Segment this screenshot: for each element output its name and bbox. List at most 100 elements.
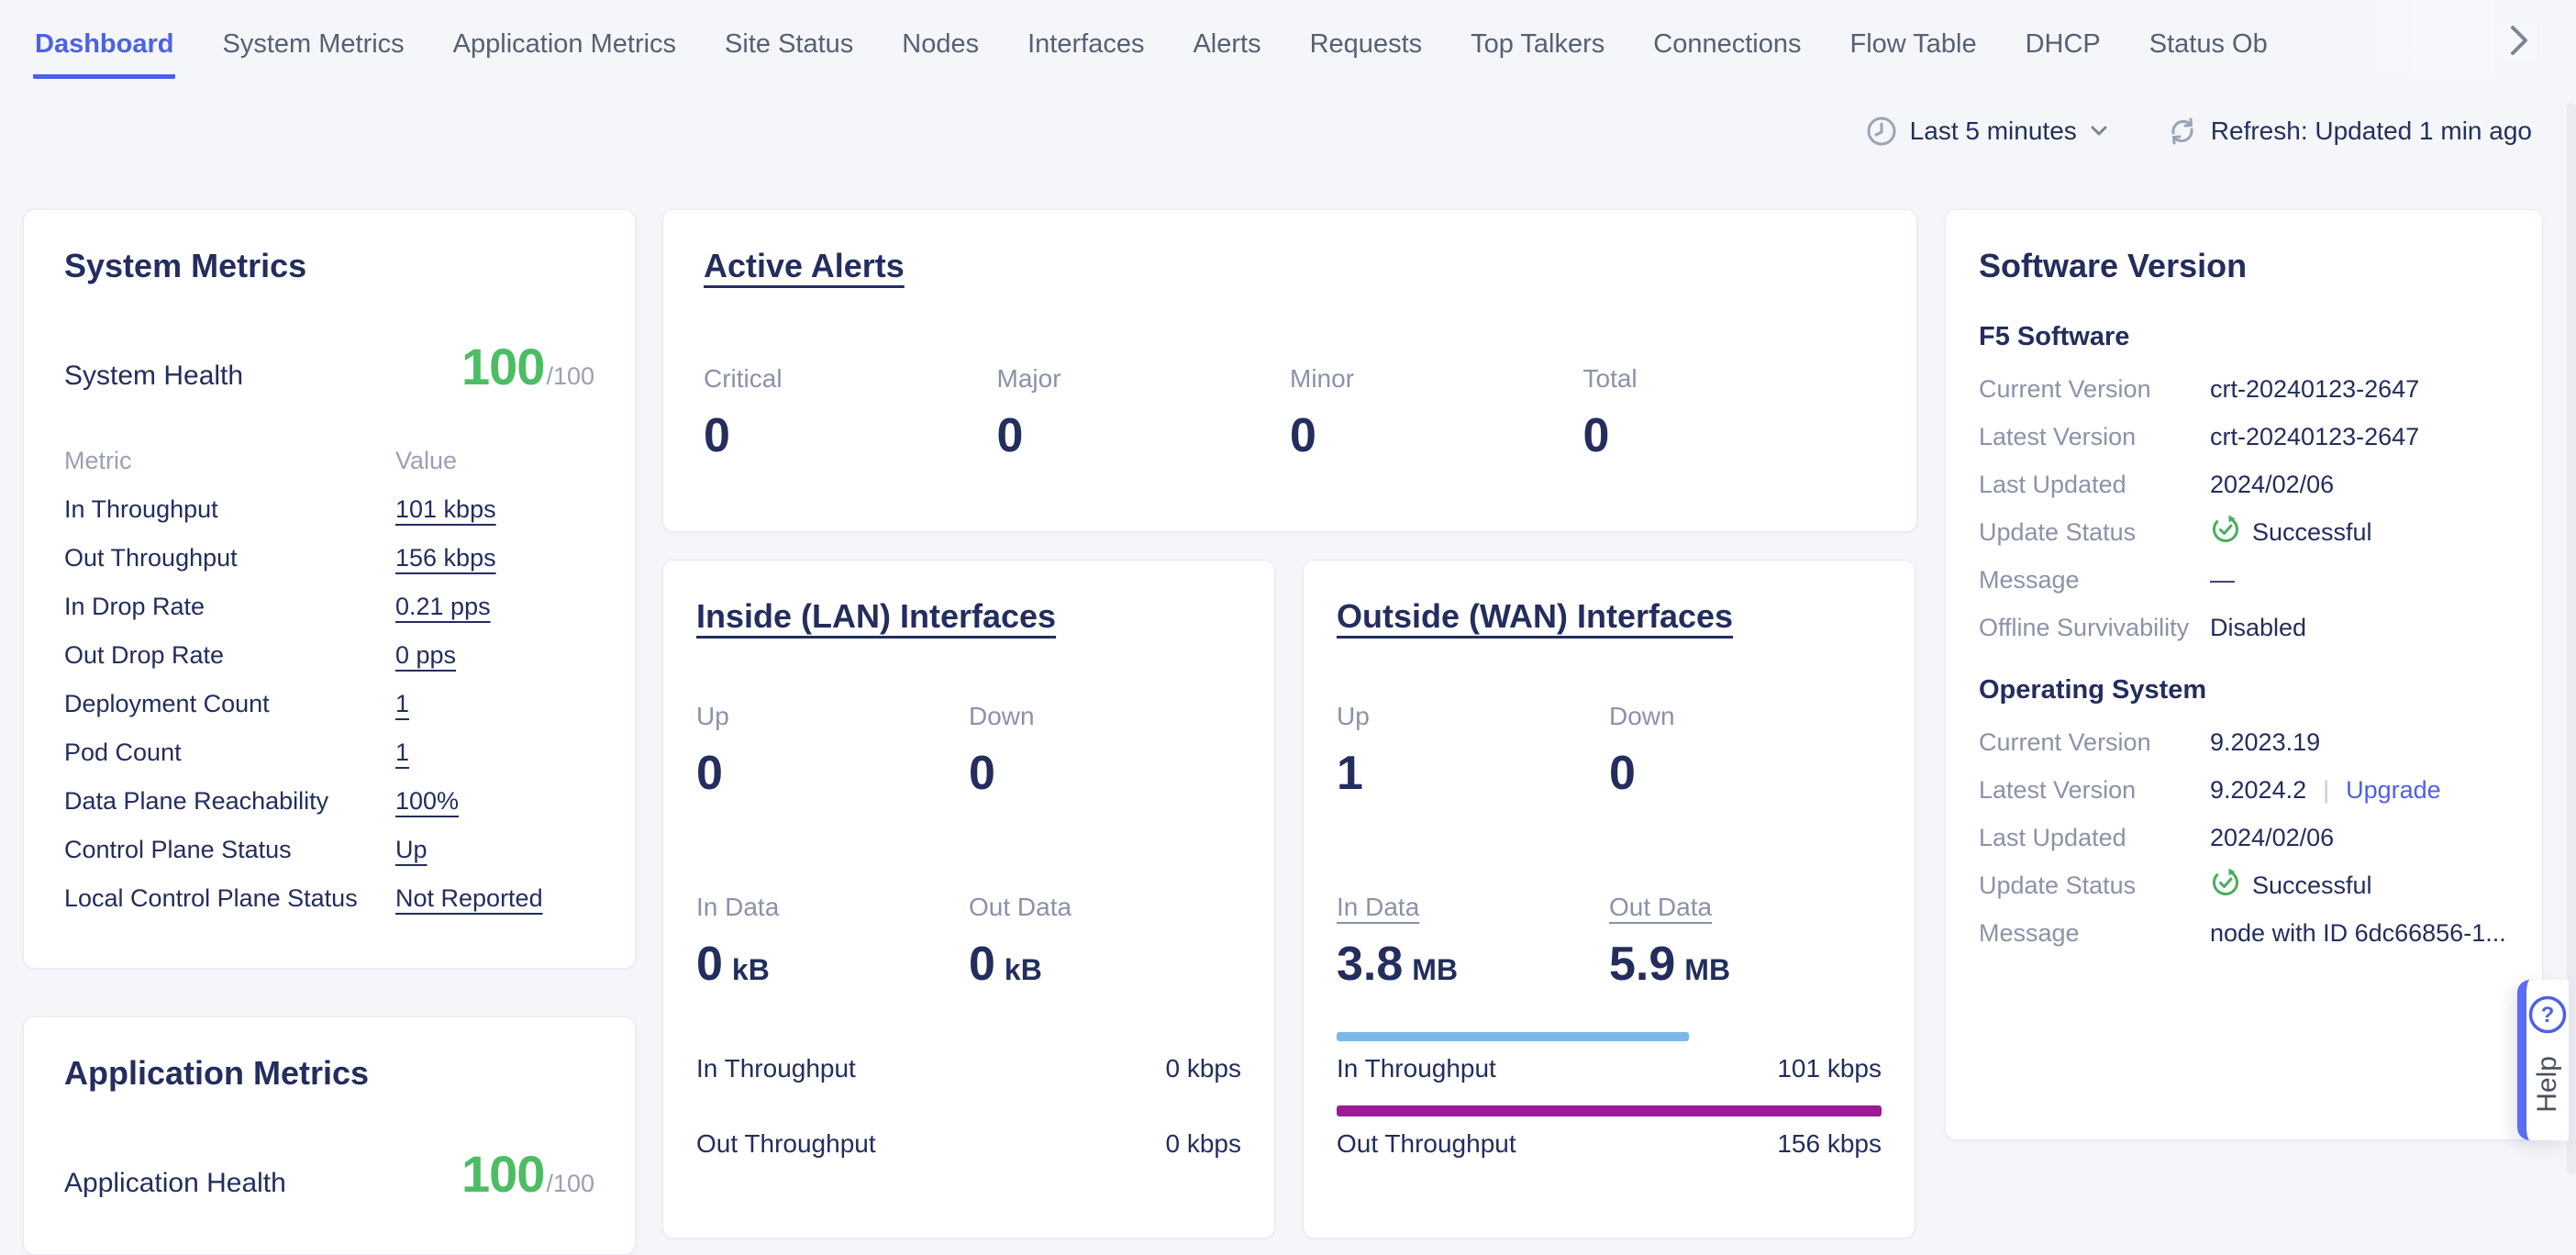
dashboard-controls: Last 5 minutes Refresh: Updated 1 min ag… bbox=[1866, 116, 2532, 147]
operating-system-heading: Operating System bbox=[1979, 675, 2509, 705]
throughput-value: 0 kbps bbox=[1166, 1054, 1242, 1083]
lan-in-data-stat: In Data 0kB bbox=[696, 893, 969, 992]
stat-value: 0 bbox=[696, 746, 969, 801]
row-label: Current Version bbox=[1979, 728, 2210, 757]
row-value: node with ID 6dc66856-1... bbox=[2210, 919, 2506, 948]
table-row: Control Plane Status Up bbox=[64, 826, 594, 874]
system-health-value: 100 bbox=[461, 338, 544, 395]
row-update-status: Update Status Successful bbox=[1979, 861, 2509, 909]
status-text: Successful bbox=[2252, 518, 2372, 547]
row-latest-version: Latest Version crt-20240123-2647 bbox=[1979, 413, 2509, 461]
tab-requests[interactable]: Requests bbox=[1308, 17, 1425, 79]
table-row: Pod Count 1 bbox=[64, 728, 594, 777]
help-tab[interactable]: ? Help bbox=[2517, 980, 2569, 1140]
tab-alerts[interactable]: Alerts bbox=[1191, 17, 1262, 79]
metric-value-link[interactable]: 1 bbox=[395, 739, 409, 767]
metric-label: Control Plane Status bbox=[64, 836, 395, 864]
row-label: Current Version bbox=[1979, 375, 2210, 404]
table-row: Out Drop Rate 0 pps bbox=[64, 631, 594, 680]
chevron-down-icon bbox=[2090, 125, 2108, 138]
wan-interfaces-card: Outside (WAN) Interfaces Up 1 Down 0 In … bbox=[1303, 560, 1915, 1238]
metric-value-link[interactable]: Up bbox=[395, 836, 427, 864]
wan-data-stats: In Data 3.8MB Out Data 5.9MB bbox=[1337, 893, 1882, 992]
metric-value-link[interactable]: 0 pps bbox=[395, 641, 456, 670]
col-header-metric: Metric bbox=[64, 447, 395, 475]
metric-value-link[interactable]: 101 kbps bbox=[395, 495, 496, 524]
lan-interfaces-title-link[interactable]: Inside (LAN) Interfaces bbox=[696, 597, 1056, 635]
metric-label: Out Throughput bbox=[64, 544, 395, 572]
row-value: Successful bbox=[2210, 867, 2372, 905]
table-row: Out Throughput 156 kbps bbox=[64, 534, 594, 583]
lan-updown-stats: Up 0 Down 0 bbox=[696, 702, 1241, 801]
alert-stat-minor: Minor 0 bbox=[1290, 364, 1583, 463]
tab-connections[interactable]: Connections bbox=[1651, 17, 1803, 79]
stat-unit: kB bbox=[732, 953, 770, 986]
chevron-right-icon bbox=[2509, 24, 2529, 61]
system-metrics-table: Metric Value In Throughput 101 kbps Out … bbox=[64, 437, 594, 923]
row-value: Disabled bbox=[2210, 614, 2306, 642]
help-label: Help bbox=[2532, 1056, 2563, 1113]
alert-stat-critical: Critical 0 bbox=[704, 364, 997, 463]
tab-site-status[interactable]: Site Status bbox=[723, 17, 855, 79]
alert-stats: Critical 0 Major 0 Minor 0 Total 0 bbox=[704, 364, 1876, 463]
wan-up-stat: Up 1 bbox=[1337, 702, 1609, 801]
row-last-updated: Last Updated 2024/02/06 bbox=[1979, 461, 2509, 508]
tab-top-talkers[interactable]: Top Talkers bbox=[1469, 17, 1606, 79]
metric-value-link[interactable]: 1 bbox=[395, 690, 409, 718]
metric-value-link[interactable]: 0.21 pps bbox=[395, 593, 491, 621]
throughput-value: 156 kbps bbox=[1777, 1129, 1882, 1159]
col-header-value: Value bbox=[395, 447, 457, 475]
refresh-status-label: Refresh: Updated 1 min ago bbox=[2211, 117, 2532, 146]
nav-truncation-fade bbox=[2347, 0, 2493, 77]
row-label: Last Updated bbox=[1979, 471, 2210, 499]
application-metrics-title: Application Metrics bbox=[64, 1054, 594, 1093]
tab-dashboard[interactable]: Dashboard bbox=[33, 17, 175, 79]
stat-value: 0kB bbox=[969, 937, 1241, 992]
lan-throughput-section: In Throughput 0 kbps Out Throughput 0 kb… bbox=[696, 1032, 1241, 1168]
stat-unit: MB bbox=[1684, 953, 1730, 986]
stat-label: In Data bbox=[696, 893, 969, 922]
tab-system-metrics[interactable]: System Metrics bbox=[220, 17, 405, 79]
wan-out-data-link[interactable]: Out Data bbox=[1609, 893, 1712, 921]
throughput-value: 0 kbps bbox=[1166, 1129, 1242, 1159]
upgrade-link[interactable]: Upgrade bbox=[2346, 776, 2441, 805]
system-health-score: 100/100 bbox=[461, 337, 594, 396]
metric-value-link[interactable]: Not Reported bbox=[395, 884, 543, 913]
metric-value-link[interactable]: 100% bbox=[395, 787, 459, 816]
tab-application-metrics[interactable]: Application Metrics bbox=[451, 17, 678, 79]
time-range-selector[interactable]: Last 5 minutes bbox=[1866, 116, 2108, 147]
stat-label: Down bbox=[969, 702, 1241, 731]
stat-label: Minor bbox=[1290, 364, 1583, 394]
tab-status-objects[interactable]: Status Ob bbox=[2148, 17, 2270, 79]
refresh-icon bbox=[2167, 116, 2198, 147]
row-current-version: Current Version 9.2023.19 bbox=[1979, 718, 2509, 766]
stat-label: Up bbox=[696, 702, 969, 731]
stat-value: 0 bbox=[704, 408, 997, 463]
tab-interfaces[interactable]: Interfaces bbox=[1026, 17, 1146, 79]
row-value: Successful bbox=[2210, 514, 2372, 551]
throughput-label: In Throughput bbox=[1337, 1054, 1496, 1083]
row-label: Update Status bbox=[1979, 872, 2210, 900]
throughput-label: In Throughput bbox=[696, 1054, 856, 1083]
row-last-updated: Last Updated 2024/02/06 bbox=[1979, 814, 2509, 861]
table-row: In Throughput 101 kbps bbox=[64, 485, 594, 534]
stat-label: Total bbox=[1583, 364, 1877, 394]
tab-nodes[interactable]: Nodes bbox=[900, 17, 981, 79]
stat-value: 0kB bbox=[696, 937, 969, 992]
row-label: Message bbox=[1979, 566, 2210, 594]
tab-dhcp[interactable]: DHCP bbox=[2024, 17, 2103, 79]
stat-value: 0 bbox=[1609, 746, 1882, 801]
status-text: Successful bbox=[2252, 872, 2372, 900]
stat-label: Out Data bbox=[969, 893, 1241, 922]
metric-value-link[interactable]: 156 kbps bbox=[395, 544, 496, 572]
wan-interfaces-title-link[interactable]: Outside (WAN) Interfaces bbox=[1337, 597, 1733, 635]
refresh-control[interactable]: Refresh: Updated 1 min ago bbox=[2167, 116, 2532, 147]
nav-scroll-right-button[interactable] bbox=[2501, 24, 2537, 61]
stat-value: 0 bbox=[969, 746, 1241, 801]
active-alerts-title-link[interactable]: Active Alerts bbox=[704, 247, 905, 284]
time-range-label: Last 5 minutes bbox=[1910, 117, 2077, 146]
wan-in-data-link[interactable]: In Data bbox=[1337, 893, 1419, 921]
success-check-icon bbox=[2210, 514, 2241, 551]
tab-flow-table[interactable]: Flow Table bbox=[1849, 17, 1979, 79]
system-metrics-card: System Metrics System Health 100/100 Met… bbox=[23, 209, 636, 969]
